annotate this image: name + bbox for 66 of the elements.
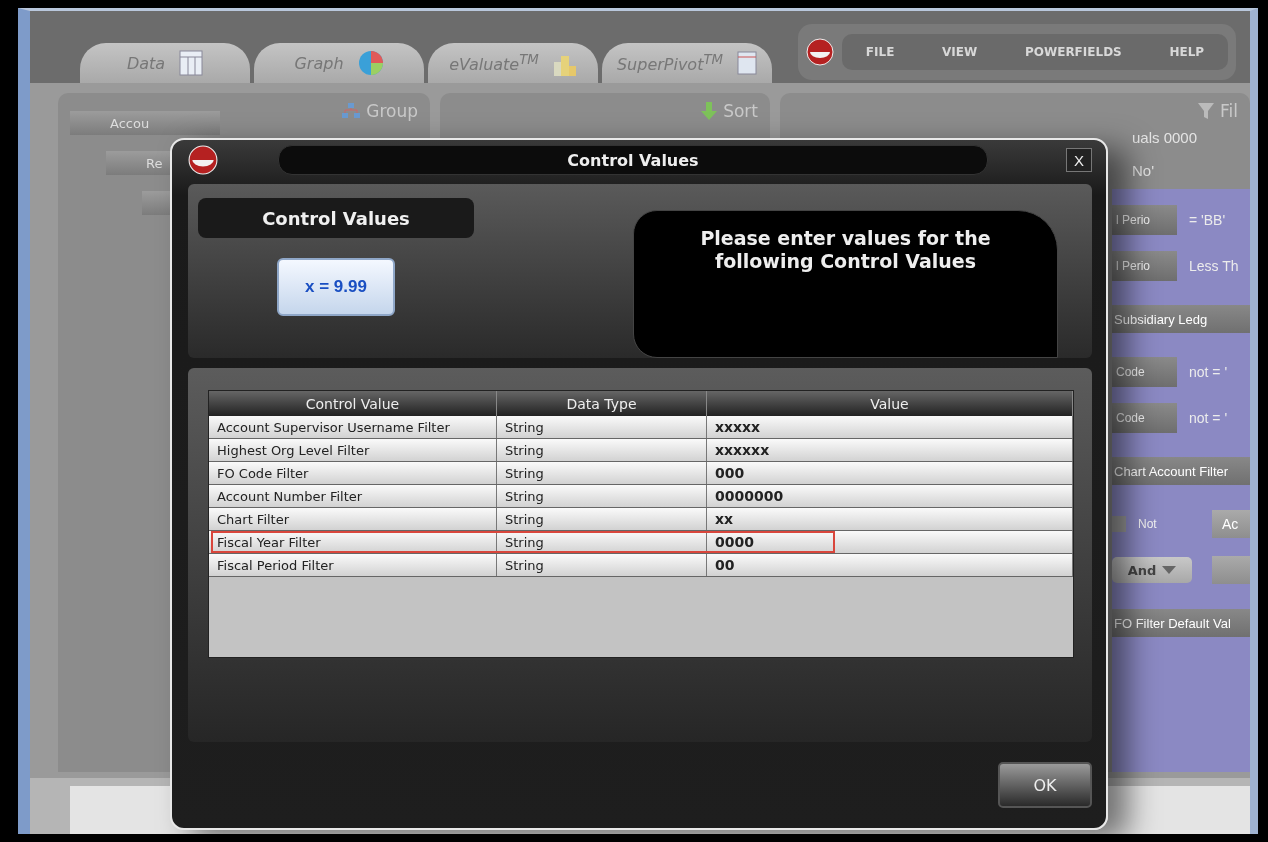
filter-operator: not = ' <box>1189 410 1228 426</box>
filter-field-button[interactable]: l Perio <box>1112 205 1177 235</box>
value-text[interactable]: 0000000 <box>715 488 784 504</box>
table-row[interactable]: Fiscal Period Filter String 00 <box>209 554 1073 577</box>
close-button[interactable]: X <box>1066 148 1092 172</box>
table-cell: String <box>497 485 707 507</box>
menu-item[interactable]: FILE <box>865 45 895 59</box>
table-row[interactable]: Fiscal Year Filter String 0000 <box>209 531 1073 554</box>
filter-condition: uals 0000 <box>1132 129 1199 146</box>
ok-button[interactable]: OK <box>998 762 1092 808</box>
table-row[interactable]: Highest Org Level Filter String xxxxxx <box>209 439 1073 462</box>
logic-dropdown[interactable]: And <box>1112 557 1192 583</box>
table-row[interactable]: FO Code Filter String 000 <box>209 462 1073 485</box>
value-text[interactable]: xx <box>715 511 734 527</box>
pie-chart-icon <box>357 50 384 76</box>
filter-group-bar: FO Filter Default Val <box>1112 609 1250 637</box>
hierarchy-icon <box>342 103 361 119</box>
add-button[interactable]: Ac <box>1212 510 1250 538</box>
value-text[interactable]: xxxxx <box>715 419 761 435</box>
value-text[interactable]: 000 <box>715 465 745 481</box>
panel-title: Fil <box>1220 101 1238 121</box>
checkbox-label: Not <box>1138 517 1157 531</box>
menu-item[interactable]: VIEW <box>942 45 978 59</box>
filter-field-button[interactable]: Code <box>1112 357 1177 387</box>
filter-operator: = 'BB' <box>1189 212 1226 228</box>
table-cell: String <box>497 439 707 461</box>
table-cell: String <box>497 416 707 438</box>
section-label: Control Values <box>198 198 474 238</box>
dialog-title: Control Values <box>278 145 988 175</box>
table-cell: FO Code Filter <box>209 462 497 484</box>
app-logo-icon <box>806 38 834 66</box>
value-text[interactable]: xxxxxx <box>715 442 770 458</box>
value-text[interactable]: 00 <box>715 557 735 573</box>
filter-group-bar: Subsidiary Ledg <box>1112 305 1250 333</box>
table-row[interactable]: Account Number Filter String 0000000 <box>209 485 1073 508</box>
table-cell: String <box>497 554 707 576</box>
filter-operator: Less Th <box>1189 258 1239 274</box>
app-logo-icon <box>188 145 218 175</box>
table-cell: Account Supervisor Username Filter <box>209 416 497 438</box>
down-arrow-icon <box>701 102 718 120</box>
blank-button[interactable] <box>1212 556 1250 584</box>
value-card-icon: x = 9.99 <box>277 258 395 316</box>
table-cell: Chart Filter <box>209 508 497 530</box>
spreadsheet-icon <box>737 51 758 75</box>
caret-icon <box>1162 566 1177 574</box>
table-cell: Account Number Filter <box>209 485 497 507</box>
menu-item[interactable]: POWERFIELDS <box>1024 45 1122 59</box>
filter-field-button[interactable]: l Perio <box>1112 251 1177 281</box>
table-cell: String <box>497 462 707 484</box>
instruction-text: Please enter values for the following Control Values <box>633 210 1058 358</box>
panel-title: Group <box>366 101 418 121</box>
filter-group-bar: Chart Account Filter <box>1112 457 1250 485</box>
filter-field-button[interactable]: Code <box>1112 403 1177 433</box>
filter-condition: No' <box>1132 162 1156 179</box>
funnel-icon <box>1198 103 1214 119</box>
menu-item[interactable]: HELP <box>1169 45 1205 59</box>
panel-title: Sort <box>723 101 758 121</box>
table-cell: Highest Org Level Filter <box>209 439 497 461</box>
table-cell: String <box>497 508 707 530</box>
table-icon <box>179 50 204 76</box>
value-text[interactable]: 0000 <box>715 534 754 550</box>
checkbox[interactable] <box>1112 516 1126 532</box>
table-row[interactable]: Chart Filter String xx <box>209 508 1073 531</box>
table-row[interactable]: Account Supervisor Username Filter String xxxxx <box>209 416 1073 439</box>
table-cell: Fiscal Period Filter <box>209 554 497 576</box>
filter-operator: not = ' <box>1189 364 1228 380</box>
